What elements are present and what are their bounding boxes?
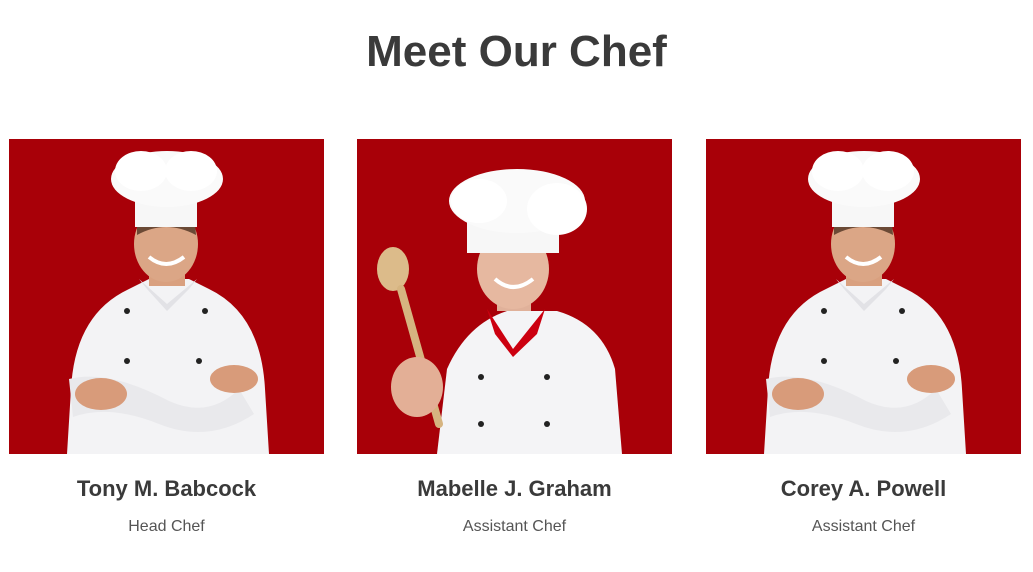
chef-card: Tony M. Babcock Head Chef xyxy=(9,139,324,535)
chef-role: Assistant Chef xyxy=(462,518,567,535)
chef-name: Corey A. Powell xyxy=(780,476,947,501)
chef-card: Corey A. Powell Assistant Chef xyxy=(706,139,1021,535)
chef-name: Tony M. Babcock xyxy=(76,476,257,501)
chef-name: Mabelle J. Graham xyxy=(417,476,612,501)
chef-photo-male xyxy=(706,139,1021,454)
chef-role: Assistant Chef xyxy=(811,518,916,535)
chef-photo-female xyxy=(357,139,672,454)
chef-card: Mabelle J. Graham Assistant Chef xyxy=(357,139,672,535)
chef-photo-male xyxy=(9,139,324,454)
chef-role: Head Chef xyxy=(128,518,205,535)
section-title: Meet Our Chef xyxy=(366,27,667,76)
